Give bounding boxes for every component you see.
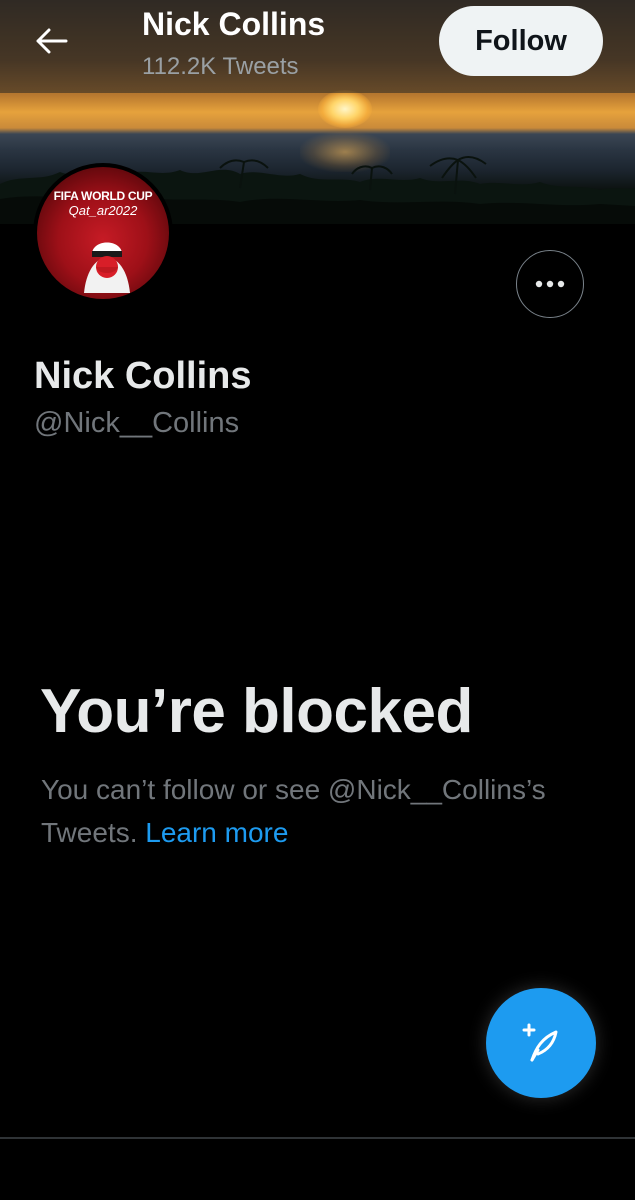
blocked-message: You can’t follow or see @Nick__Collins’s… (41, 774, 546, 848)
learn-more-link[interactable]: Learn more (145, 817, 288, 848)
arrow-left-icon (36, 28, 68, 54)
more-options-button[interactable] (516, 250, 584, 318)
profile-handle: @Nick__Collins (34, 407, 240, 439)
compose-tweet-button[interactable] (486, 988, 596, 1098)
bottom-divider (0, 1137, 635, 1139)
sun (318, 90, 372, 128)
profile-name: Nick Collins (34, 355, 252, 397)
blocked-description: You can’t follow or see @Nick__Collins’s… (41, 768, 611, 854)
avatar-logo-text: FIFA WORLD CUP (53, 189, 153, 203)
more-horizontal-icon (535, 280, 565, 288)
blocked-title: You’re blocked (40, 677, 473, 746)
compose-tweet-icon (522, 1023, 558, 1062)
follow-button[interactable]: Follow (439, 6, 603, 76)
avatar[interactable]: FIFA WORLD CUP Qat_ar2022 (33, 163, 173, 303)
back-button[interactable] (28, 18, 76, 64)
header-title: Nick Collins (142, 6, 326, 42)
header-tweet-count: 112.2K Tweets (142, 53, 299, 80)
avatar-logo-subtext: Qat_ar2022 (68, 203, 138, 218)
figure-illustration (84, 242, 130, 293)
